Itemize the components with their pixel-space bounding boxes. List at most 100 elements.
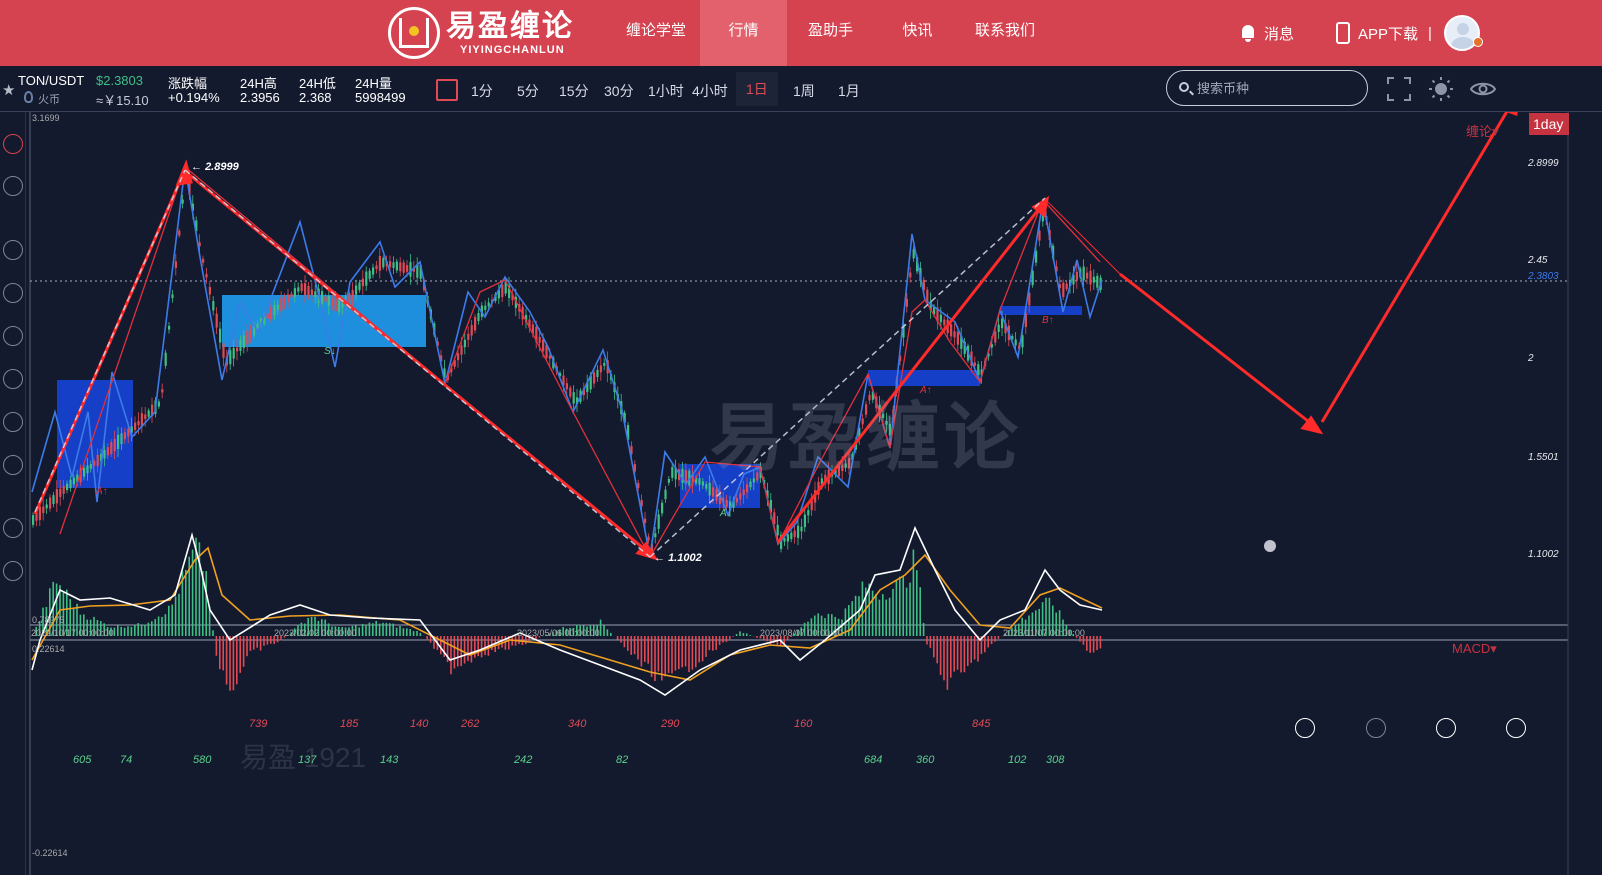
period-1h[interactable]: 1小时: [648, 81, 684, 101]
candle-body: [953, 331, 956, 338]
macd-bar: [990, 636, 993, 645]
macd-bar: [463, 636, 466, 664]
macd-bar: [429, 636, 432, 643]
macd-bar: [178, 593, 180, 636]
candle-body: [120, 433, 123, 445]
macd-bar: [399, 625, 401, 636]
macd-bar: [630, 636, 632, 655]
x-axis-label: 2023/11/07 00:00:00: [1003, 628, 1085, 638]
logo-mark-icon: [388, 7, 440, 59]
macd-bar: [878, 599, 881, 636]
nav-item-school[interactable]: 缠论学堂: [612, 0, 700, 66]
candle-body: [657, 514, 660, 529]
macd-bar: [967, 636, 969, 667]
symbol-name[interactable]: TON/USDT: [18, 73, 84, 88]
candle-body: [62, 485, 65, 494]
scroll-left-button[interactable]: [1436, 718, 1456, 738]
app-download-link[interactable]: APP下载 |: [1336, 0, 1432, 66]
candle-body: [246, 330, 249, 345]
candle-body: [797, 525, 800, 538]
candle-body: [1089, 270, 1092, 285]
candle-body: [409, 262, 412, 277]
macd-bar: [266, 636, 269, 645]
chart-type-toggle[interactable]: [436, 79, 458, 101]
macd-bar: [1099, 636, 1102, 649]
candle-body: [144, 414, 147, 419]
macd-bar: [406, 628, 408, 636]
zoom-in-button[interactable]: [1295, 718, 1315, 738]
candle-body: [171, 294, 174, 299]
macd-bar: [171, 604, 173, 636]
macd-bar: [491, 636, 493, 651]
period-1m[interactable]: 1分: [471, 81, 493, 101]
favorite-star-icon[interactable]: ★: [2, 81, 15, 99]
macd-bar: [212, 630, 214, 636]
eye-icon[interactable]: [1470, 76, 1496, 102]
candle-body: [725, 499, 728, 507]
candle-body: [603, 362, 606, 366]
y-axis-label: 1.5501: [1528, 452, 1559, 463]
nav-separator: |: [1428, 24, 1432, 42]
period-1w[interactable]: 1周: [793, 81, 815, 101]
period-5m[interactable]: 5分: [517, 81, 539, 101]
interval-tag[interactable]: 1day: [1529, 113, 1569, 135]
macd-bar: [912, 549, 915, 636]
macd-bar: [718, 636, 721, 645]
x-axis-label: 2022/10/17 00:00:00: [31, 628, 114, 638]
period-1d[interactable]: 1日: [736, 72, 778, 106]
period-15m[interactable]: 15分: [559, 81, 589, 101]
candle-body: [406, 265, 409, 272]
search-icon: [1179, 82, 1189, 92]
nav-item-contact[interactable]: 联系我们: [961, 0, 1049, 66]
candle-body: [793, 530, 796, 538]
messages-link[interactable]: 消息: [1240, 0, 1294, 66]
macd-indicator-tag[interactable]: MACD▾: [1452, 641, 1497, 657]
chanlun-indicator-tag[interactable]: 缠论▾: [1466, 121, 1499, 140]
candle-body: [283, 298, 286, 304]
macd-bar: [361, 623, 364, 636]
ticker-toolbar: ★ TON/USDT 火币 $2.3803 ≈￥15.10 涨跌幅 +0.194…: [0, 66, 1602, 112]
nav-item-news[interactable]: 快讯: [874, 0, 961, 66]
candle-body: [943, 319, 946, 326]
candle-body: [89, 464, 92, 469]
scroll-right-button[interactable]: [1506, 718, 1526, 738]
drag-handle[interactable]: [1264, 540, 1276, 552]
period-1mo[interactable]: 1月: [838, 81, 860, 101]
candle-body: [134, 422, 137, 430]
candle-body: [232, 348, 235, 359]
macd-bar: [392, 623, 394, 636]
macd-bar: [419, 632, 422, 636]
candle-body: [69, 479, 72, 489]
macd-bar: [147, 622, 150, 636]
macd-bar: [899, 576, 901, 636]
candle-body: [161, 389, 164, 393]
candle-body: [32, 515, 35, 525]
fullscreen-icon[interactable]: [1386, 76, 1412, 102]
site-logo[interactable]: 易盈缠论 YIYINGCHANLUN: [388, 5, 574, 61]
candle-body: [334, 297, 337, 312]
macd-bar: [120, 626, 122, 636]
candle-body: [181, 199, 184, 204]
macd-value-label: 82: [616, 754, 629, 766]
search-input[interactable]: [1197, 79, 1357, 97]
macd-bar: [994, 636, 996, 642]
macd-bar: [368, 622, 371, 636]
macd-bar: [402, 628, 405, 636]
macd-bar: [739, 631, 741, 636]
period-4h[interactable]: 4小时: [692, 81, 728, 101]
candle-body: [273, 305, 276, 316]
nav-item-assistant[interactable]: 盈助手: [787, 0, 874, 66]
candle-body: [242, 335, 245, 348]
coin-search[interactable]: [1166, 70, 1368, 106]
candle-body: [321, 291, 324, 304]
sun-icon[interactable]: [1428, 76, 1454, 102]
candle-body: [701, 481, 704, 486]
user-menu[interactable]: [1444, 0, 1480, 66]
period-30m[interactable]: 30分: [604, 81, 634, 101]
candle-body: [460, 345, 463, 355]
zoom-out-button[interactable]: [1366, 718, 1386, 738]
nav-item-market[interactable]: 行情: [700, 0, 787, 66]
zone-b-up: [1000, 306, 1082, 315]
macd-bar: [620, 636, 622, 643]
candle-body: [38, 506, 41, 520]
